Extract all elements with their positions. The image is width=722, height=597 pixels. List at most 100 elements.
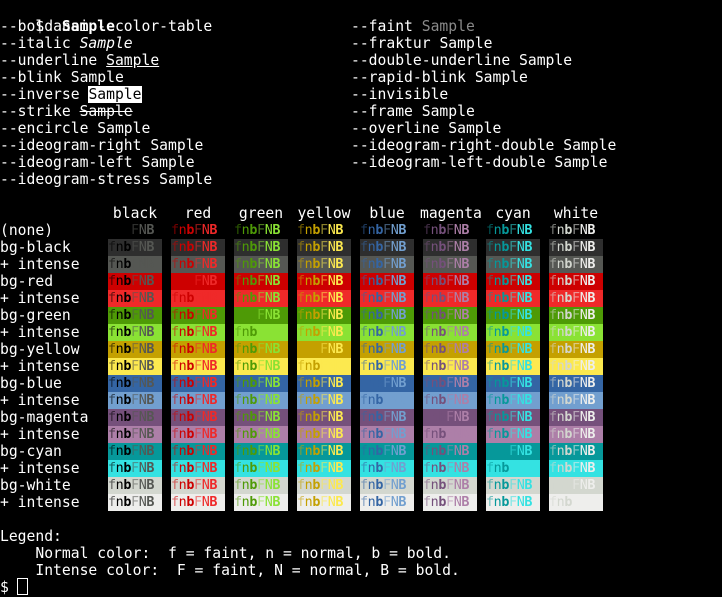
cell-glyph: f	[486, 223, 494, 238]
cell-glyph: F	[257, 342, 265, 357]
cell-glyph: f	[486, 376, 494, 391]
sample-text: Sample	[79, 103, 133, 120]
cell-glyph: F	[320, 359, 328, 374]
color-cell: fnbFNB	[360, 409, 414, 426]
color-cell: fnbFNB	[423, 256, 477, 273]
cell-glyph: F	[320, 308, 328, 323]
cell-glyph: F	[509, 223, 517, 238]
cell-glyph: F	[509, 376, 517, 391]
color-cell: fnbFNB	[297, 256, 351, 273]
cell-glyph: b	[375, 257, 384, 272]
text-cursor[interactable]	[17, 578, 28, 595]
cell-glyph: B	[398, 291, 407, 306]
cell-glyph: B	[461, 359, 470, 374]
cell-glyph: F	[446, 342, 454, 357]
color-cell: fnbFNB	[423, 477, 477, 494]
color-cell: fnbFNB	[360, 494, 414, 511]
cell-glyph: F	[320, 274, 328, 289]
cell-glyph: B	[335, 240, 344, 255]
cell-glyph: B	[461, 461, 470, 476]
cell-glyph: f	[360, 240, 368, 255]
cell-glyph: f	[549, 393, 557, 408]
cell-glyph: F	[131, 325, 139, 340]
cell-glyph: B	[146, 359, 155, 374]
cell-glyph: F	[257, 444, 265, 459]
cell-glyph: F	[383, 240, 391, 255]
color-cell: fnbFNB	[423, 307, 477, 324]
cell-glyph: b	[312, 325, 321, 340]
color-cell: fnbFNB	[486, 358, 540, 375]
cell-glyph: b	[123, 308, 132, 323]
cell-glyph: B	[146, 274, 155, 289]
cell-glyph: B	[335, 461, 344, 476]
cell-glyph: B	[524, 461, 533, 476]
cell-glyph: b	[501, 240, 510, 255]
cell-glyph: f	[234, 308, 242, 323]
cell-glyph: F	[257, 495, 265, 510]
cell-glyph: B	[209, 376, 218, 391]
legend-intense: Intense color: F = faint, N = normal, B …	[0, 562, 460, 579]
cell-glyph: B	[587, 478, 596, 493]
flag-text: --double-underline	[351, 52, 511, 69]
terminal-window[interactable]: $ ansi --color-table --bold Sample --ital…	[0, 0, 722, 597]
cell-glyph: b	[438, 376, 447, 391]
cell-glyph: b	[312, 410, 321, 425]
cell-glyph: b	[501, 308, 510, 323]
cell-glyph: b	[312, 359, 321, 374]
cell-glyph: b	[564, 325, 573, 340]
flag-text: --blink	[0, 69, 62, 86]
row-label: + intense	[0, 426, 80, 443]
cell-glyph: B	[209, 444, 218, 459]
cell-glyph: F	[320, 257, 328, 272]
color-cell: fnbFNB	[171, 443, 225, 460]
cell-glyph: B	[209, 308, 218, 323]
cell-glyph: F	[572, 291, 580, 306]
cell-glyph: f	[234, 325, 242, 340]
color-cell: fnbFNB	[171, 256, 225, 273]
cell-glyph: f	[549, 342, 557, 357]
color-cell: fnbFNB	[108, 494, 162, 511]
sample-text: Sample	[421, 103, 475, 120]
cell-glyph: f	[234, 223, 242, 238]
color-cell: fnbFNB	[486, 222, 540, 239]
cell-glyph: B	[209, 461, 218, 476]
cell-glyph: f	[549, 444, 557, 459]
cell-glyph: B	[209, 291, 218, 306]
cell-glyph: b	[186, 223, 195, 238]
cell-glyph: f	[360, 257, 368, 272]
cell-glyph: B	[146, 495, 155, 510]
flag-text: --italic	[0, 35, 71, 52]
cell-glyph: F	[572, 444, 580, 459]
cell-glyph: B	[524, 393, 533, 408]
cell-glyph: F	[194, 410, 202, 425]
cell-glyph: f	[234, 427, 242, 442]
cell-glyph: B	[209, 410, 218, 425]
color-cell: fnbFNB	[234, 477, 288, 494]
cell-glyph: f	[171, 427, 179, 442]
cell-glyph: b	[564, 495, 573, 510]
color-cell: fnbFNB	[360, 324, 414, 341]
cell-glyph: b	[438, 257, 447, 272]
cell-glyph: F	[446, 274, 454, 289]
sample-text: Sample	[519, 52, 573, 69]
cell-glyph: b	[249, 274, 258, 289]
color-cell: fnbFNB	[549, 443, 603, 460]
cell-glyph: b	[249, 444, 258, 459]
cell-glyph: b	[123, 495, 132, 510]
cell-glyph: F	[383, 223, 391, 238]
cell-glyph: F	[509, 478, 517, 493]
cell-glyph: B	[146, 325, 155, 340]
cell-glyph: b	[312, 291, 321, 306]
cell-glyph: F	[572, 342, 580, 357]
row-label: (none)	[0, 222, 54, 239]
cell-glyph: b	[186, 274, 195, 289]
cell-glyph: b	[501, 223, 510, 238]
cell-glyph: F	[194, 359, 202, 374]
cell-glyph: f	[171, 478, 179, 493]
cell-glyph: B	[398, 478, 407, 493]
color-cell: fnbFNB	[549, 409, 603, 426]
cell-glyph: B	[587, 274, 596, 289]
cell-glyph: f	[486, 291, 494, 306]
cell-glyph: b	[438, 308, 447, 323]
color-cell: fnbFNB	[297, 460, 351, 477]
